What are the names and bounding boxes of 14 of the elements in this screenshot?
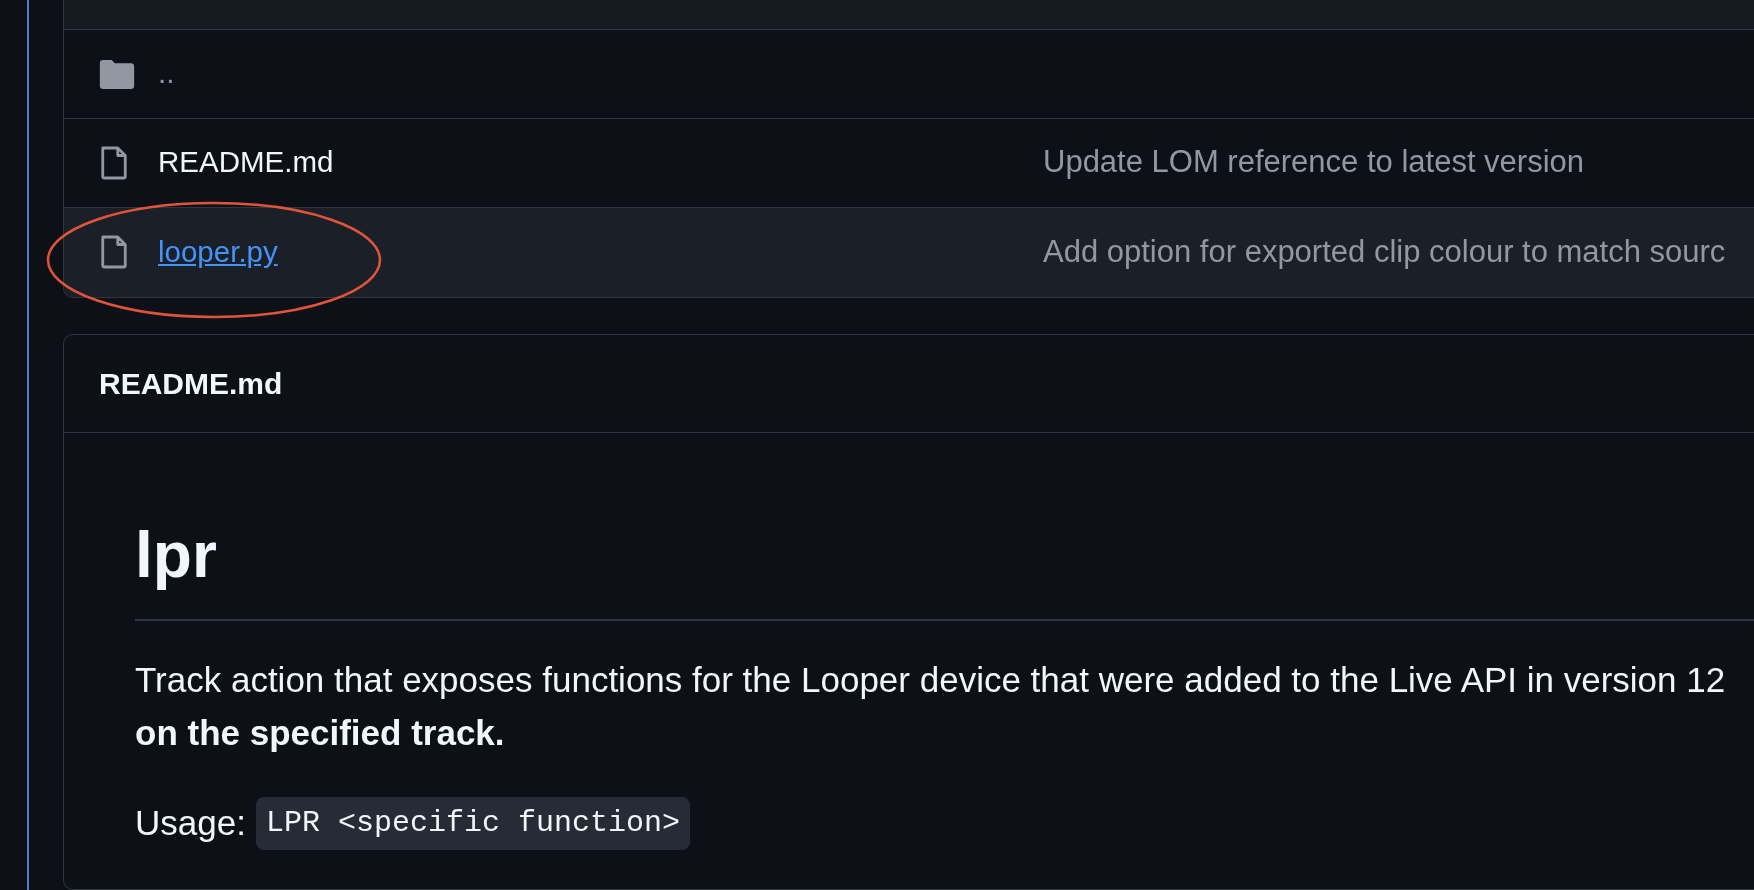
- file-icon: [99, 145, 129, 180]
- parent-folder-link[interactable]: ..: [158, 56, 175, 90]
- file-name-link[interactable]: looper.py: [158, 234, 278, 268]
- usage-label: Usage:: [135, 801, 246, 844]
- readme-paragraph: Track action that exposes functions for the Looper device that were added to the Live API in version 12 on the specified track.: [135, 658, 1726, 754]
- file-row[interactable]: looper.py Add option for exported clip colour to match sourc: [64, 207, 1754, 297]
- file-name-link[interactable]: README.md: [158, 145, 334, 179]
- readme-title: README.md: [99, 365, 283, 402]
- usage-code: LPR <specific function>: [255, 796, 690, 850]
- commit-message[interactable]: Update LOM reference to latest version: [1043, 139, 1585, 186]
- readme-heading: lpr: [135, 517, 217, 593]
- file-icon: [99, 235, 129, 270]
- folder-icon: [99, 58, 135, 89]
- commit-message[interactable]: Add option for exported clip colour to match sourc: [1043, 228, 1726, 276]
